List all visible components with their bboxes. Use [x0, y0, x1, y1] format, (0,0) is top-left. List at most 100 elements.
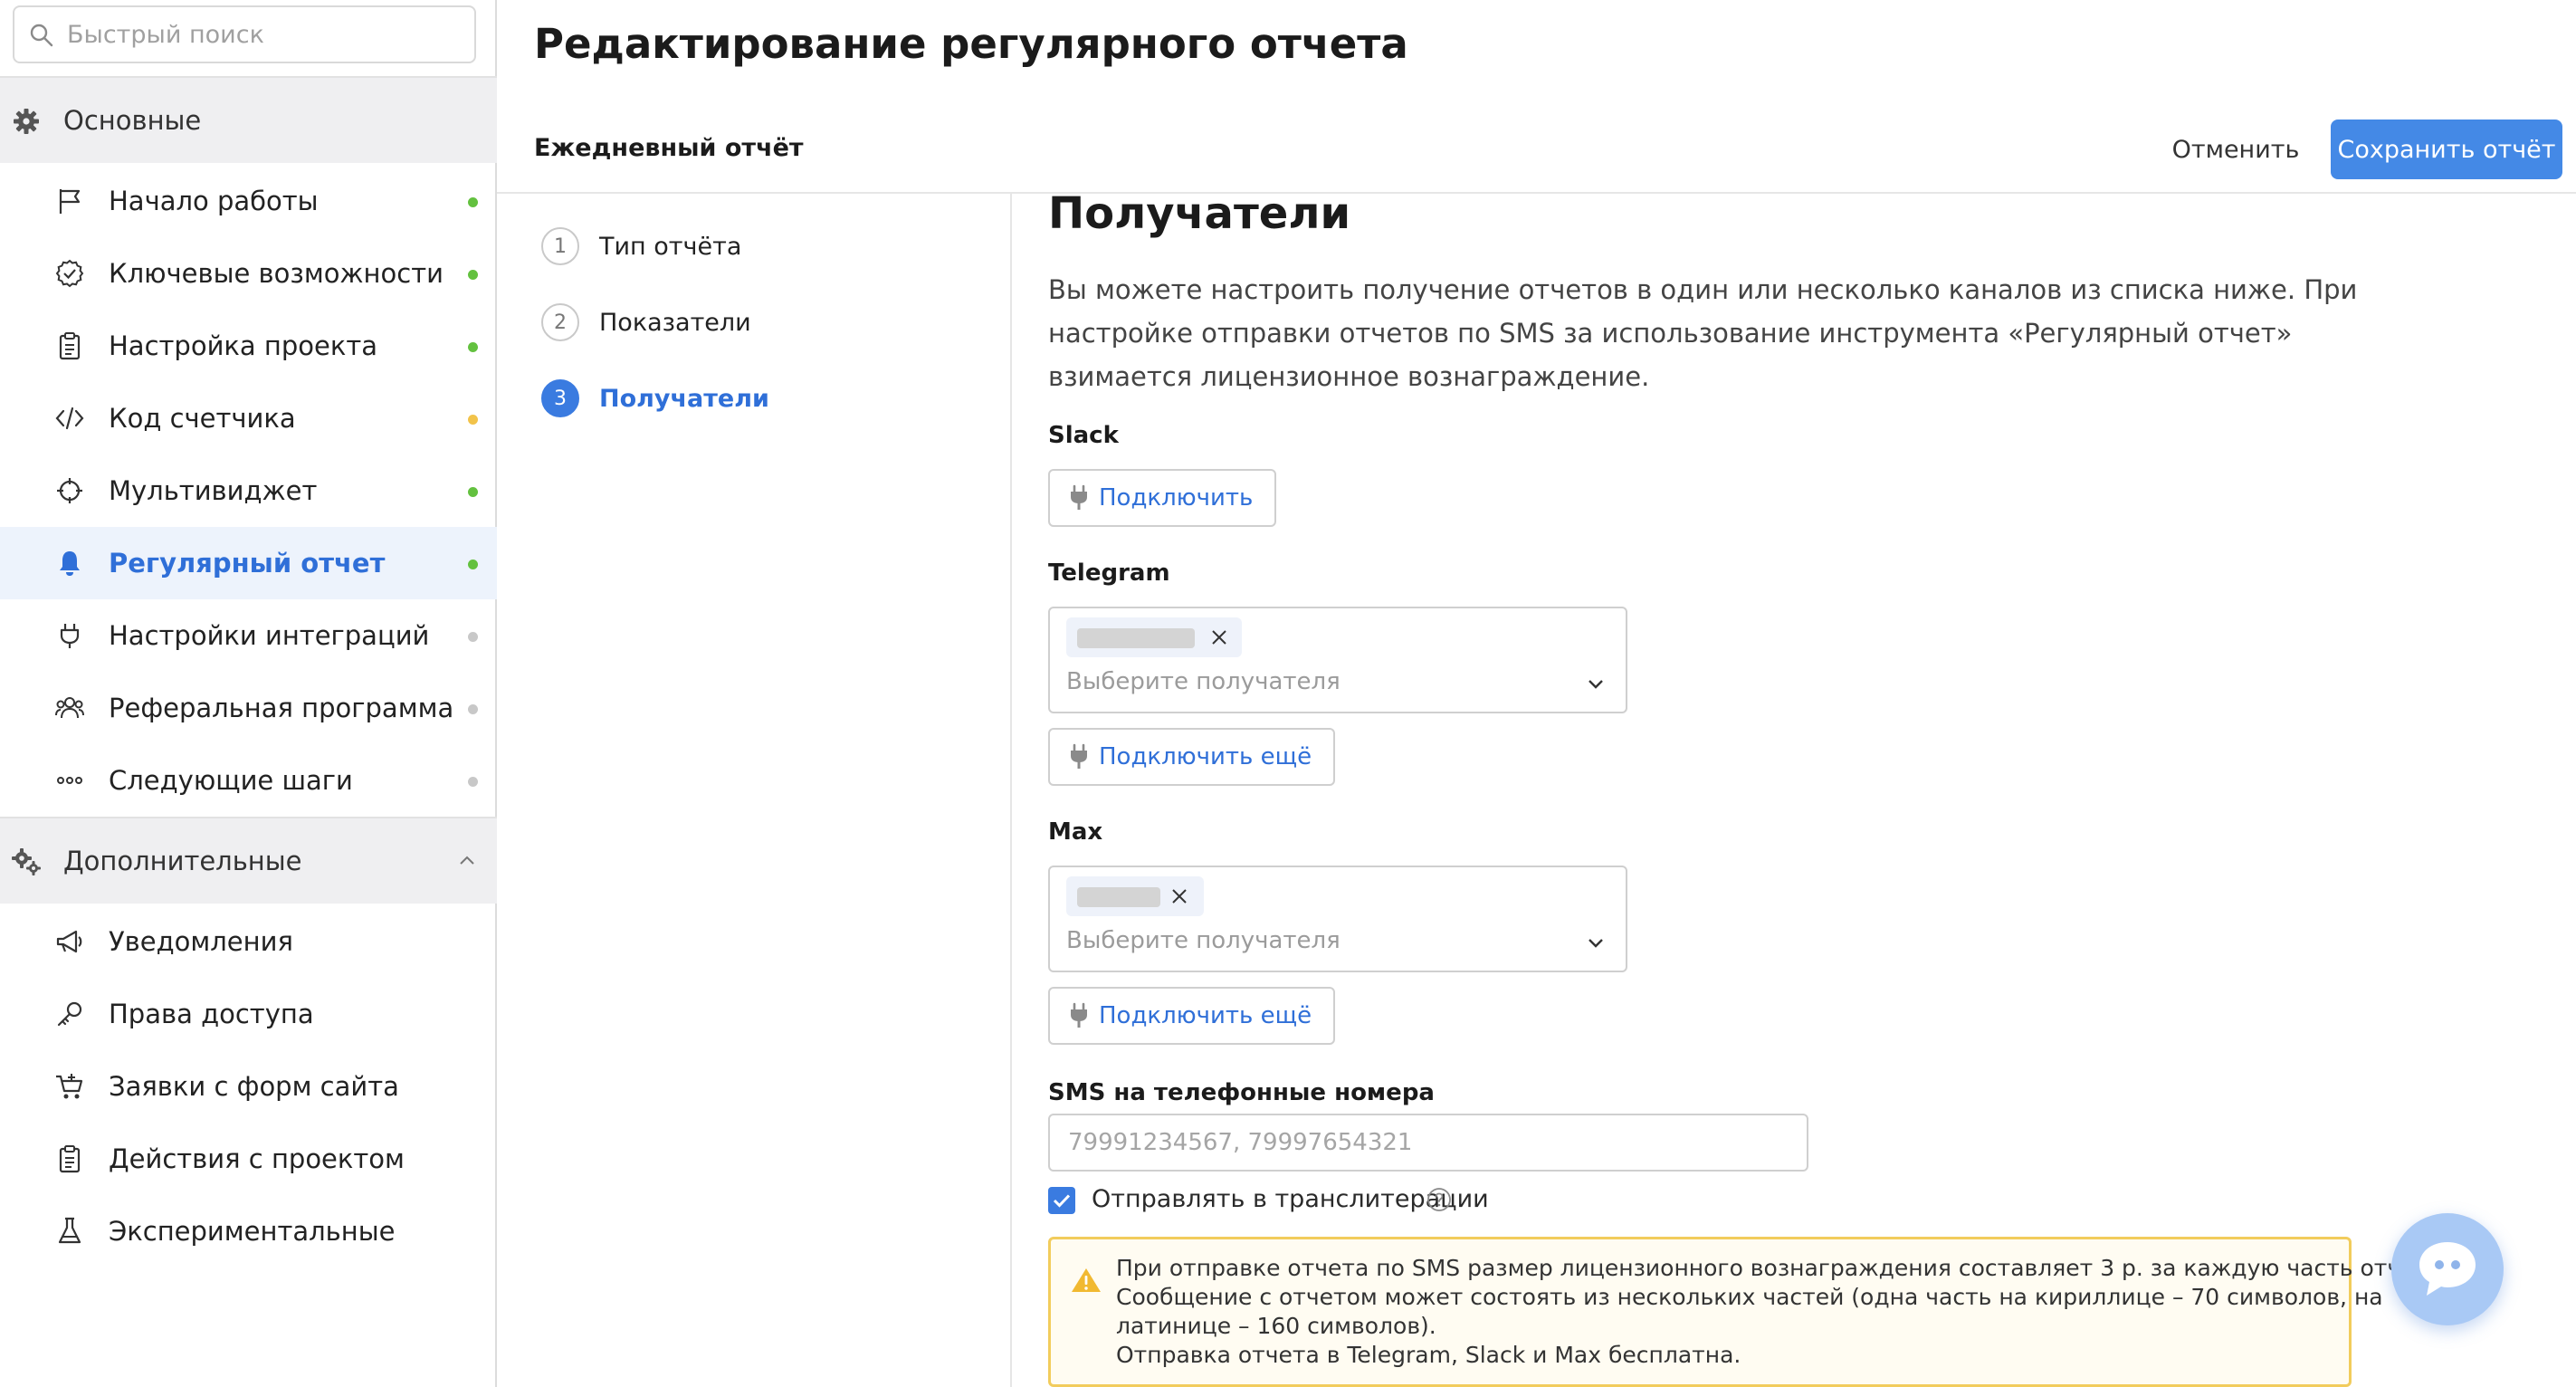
chevron-down-icon	[1589, 939, 1603, 948]
recipients-title: Получатели	[1048, 188, 1351, 239]
sidebar-item-experimental[interactable]: Экспериментальные	[0, 1195, 497, 1267]
more-dots-icon	[57, 777, 82, 784]
sidebar-item-label: Начало работы	[109, 186, 319, 216]
select-placeholder: Выберите получателя	[1066, 668, 1340, 695]
sidebar-item-access-rights[interactable]: Права доступа	[0, 978, 497, 1050]
alert-line: латинице – 160 символов).	[1116, 1313, 1436, 1339]
sidebar-item-project-actions[interactable]: Действия с проектом	[0, 1123, 497, 1195]
max-recipient-chip	[1066, 876, 1204, 916]
telegram-recipient-chip	[1066, 617, 1242, 657]
step-recipients[interactable]: 3 Получатели	[541, 378, 769, 418]
sidebar-item-label: Мультивиджет	[109, 475, 318, 506]
section-extra[interactable]: Дополнительные	[0, 818, 497, 904]
slack-label: Slack	[1048, 422, 1119, 449]
select-placeholder: Выберите получателя	[1066, 927, 1340, 954]
sidebar-item-counter-code[interactable]: Код счетчика	[0, 382, 497, 454]
close-icon[interactable]	[1209, 627, 1229, 647]
max-connect-more-button[interactable]: Подключить ещё	[1048, 987, 1336, 1045]
alert-line: Отправка отчета в Telegram, Slack и Max …	[1116, 1342, 1741, 1368]
section-main-label: Основные	[63, 105, 202, 136]
sidebar-item-label: Реферальная программа	[109, 693, 454, 723]
sidebar-item-regular-report[interactable]: Регулярный отчет	[0, 527, 497, 599]
sidebar-item-label: Права доступа	[109, 999, 314, 1029]
sidebar-item-form-requests[interactable]: Заявки с форм сайта	[0, 1050, 497, 1123]
chat-icon	[2419, 1242, 2476, 1296]
sidebar-item-label: Уведомления	[109, 926, 293, 957]
check-circle-icon	[55, 259, 84, 288]
gears-icon	[12, 848, 41, 875]
sms-fee-alert: При отправке отчета по SMS размер лиценз…	[1048, 1237, 2448, 1387]
alert-text: При отправке отчета по SMS размер лиценз…	[1116, 1254, 2448, 1370]
sidebar-item-label: Ключевые возможности	[109, 258, 444, 289]
gear-icon	[14, 109, 39, 134]
sidebar-item-referral-program[interactable]: Реферальная программа	[0, 672, 497, 744]
sidebar-item-integration-settings[interactable]: Настройки интеграций	[0, 599, 497, 672]
button-label: Подключить	[1099, 484, 1254, 512]
sms-phone-input[interactable]	[1048, 1114, 1808, 1172]
bell-icon	[60, 551, 80, 576]
sidebar-item-label: Заявки с форм сайта	[109, 1071, 399, 1102]
step-number: 3	[541, 379, 579, 417]
step-label: Показатели	[599, 308, 751, 337]
redacted-recipient	[1077, 887, 1160, 907]
button-label: Подключить ещё	[1099, 1002, 1312, 1029]
plug-icon	[1071, 484, 1087, 510]
max-label: Max	[1048, 818, 1103, 846]
cart-icon	[56, 1074, 83, 1099]
crosshair-icon	[57, 478, 82, 503]
telegram-connect-more-button[interactable]: Подключить ещё	[1048, 728, 1336, 786]
sidebar-item-key-features[interactable]: Ключевые возможности	[0, 237, 497, 310]
plug-icon	[60, 624, 80, 648]
flask-icon	[58, 1217, 81, 1244]
close-icon[interactable]	[1169, 886, 1189, 906]
warning-icon	[1072, 1268, 1101, 1292]
sidebar-item-label: Следующие шаги	[109, 765, 353, 796]
status-dot	[468, 487, 478, 497]
step-number: 2	[541, 303, 579, 341]
step-label: Тип отчёта	[599, 232, 742, 261]
slack-connect-button[interactable]: Подключить	[1048, 469, 1277, 527]
sidebar-item-notifications[interactable]: Уведомления	[0, 905, 497, 978]
status-dot	[468, 704, 478, 714]
cancel-button[interactable]: Отменить	[2154, 120, 2317, 179]
search-icon	[30, 24, 53, 47]
sidebar-item-getting-started[interactable]: Начало работы	[0, 165, 497, 237]
steps-divider	[1010, 194, 1012, 1387]
save-report-button[interactable]: Сохранить отчёт	[2331, 120, 2562, 179]
status-dot	[468, 270, 478, 280]
sidebar-item-label: Настройки интеграций	[109, 620, 430, 651]
sidebar-item-label: Код счетчика	[109, 403, 296, 434]
alert-line: Сообщение с отчетом может состоять из не…	[1116, 1284, 2383, 1310]
alert-line: При отправке отчета по SMS размер лиценз…	[1116, 1255, 2449, 1281]
sidebar-item-multiwidget[interactable]: Мультивиджет	[0, 454, 497, 527]
key-icon	[57, 1001, 82, 1027]
recipients-description: Вы можете настроить получение отчетов в …	[1048, 274, 2358, 392]
header-divider	[497, 192, 2576, 194]
search-input[interactable]	[65, 7, 463, 62]
telegram-recipient-select[interactable]: Выберите получателя	[1048, 607, 1627, 713]
step-metrics[interactable]: 2 Показатели	[541, 302, 751, 342]
users-icon	[55, 697, 84, 719]
sidebar-item-project-settings[interactable]: Настройка проекта	[0, 310, 497, 382]
quick-search[interactable]	[13, 5, 476, 63]
button-label: Подключить ещё	[1099, 743, 1312, 770]
report-name: Ежедневный отчёт	[534, 134, 804, 162]
sms-label: SMS на телефонные номера	[1048, 1079, 1435, 1106]
sidebar: Основные Начало работы Ключевые возможно…	[0, 0, 497, 1387]
status-dot	[468, 342, 478, 352]
sidebar-item-label: Экспериментальные	[109, 1216, 396, 1247]
step-number: 1	[541, 227, 579, 265]
step-report-type[interactable]: 1 Тип отчёта	[541, 226, 741, 266]
chevron-down-icon	[1589, 680, 1603, 689]
help-icon[interactable]	[1426, 1187, 1452, 1212]
status-dot	[468, 560, 478, 569]
status-dot	[468, 632, 478, 642]
sidebar-item-next-steps[interactable]: Следующие шаги	[0, 744, 497, 817]
translit-checkbox[interactable]	[1048, 1187, 1075, 1214]
max-recipient-select[interactable]: Выберите получателя	[1048, 866, 1627, 972]
clipboard-icon	[59, 332, 81, 360]
chat-widget-button[interactable]	[2391, 1213, 2504, 1325]
status-dot	[468, 197, 478, 207]
chevron-up-icon	[460, 856, 474, 865]
section-main[interactable]: Основные	[0, 78, 497, 163]
